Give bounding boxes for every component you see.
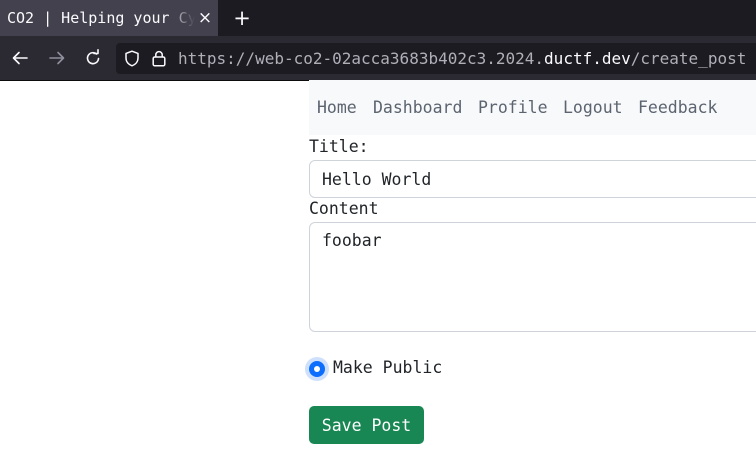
back-arrow-icon[interactable] xyxy=(8,46,32,70)
radio-checked-indicator xyxy=(309,361,325,377)
tab-close-icon[interactable]: × xyxy=(196,9,214,27)
url-text[interactable]: https://web-co2-02acca3683b402c3.2024.du… xyxy=(178,43,746,74)
url-prefix: https://web-co2-02acca3683b402c3.2024. xyxy=(178,49,545,68)
content-label: Content xyxy=(309,199,379,218)
nav-link-dashboard[interactable]: Dashboard xyxy=(373,80,462,135)
save-post-button[interactable]: Save Post xyxy=(309,406,424,444)
nav-link-feedback[interactable]: Feedback xyxy=(638,80,717,135)
nav-link-profile[interactable]: Profile xyxy=(478,80,548,135)
lock-icon[interactable] xyxy=(152,50,166,71)
tab-strip: CO2 | Helping your Cyber Security Commun… xyxy=(0,0,756,36)
new-tab-icon[interactable]: + xyxy=(230,6,254,30)
content-textarea[interactable]: foobar xyxy=(309,222,756,332)
browser-tab[interactable]: CO2 | Helping your Cyber Security Commun… xyxy=(0,0,218,36)
make-public-label[interactable]: Make Public xyxy=(333,356,442,380)
url-path: /create_post xyxy=(630,49,747,68)
nav-link-home[interactable]: Home xyxy=(317,80,357,135)
nav-link-logout[interactable]: Logout xyxy=(563,80,623,135)
url-host: ductf.dev xyxy=(544,49,631,68)
tab-title: CO2 | Helping your Cyber Security Commun… xyxy=(7,9,195,27)
forward-arrow-icon[interactable] xyxy=(45,46,69,70)
radio-dot xyxy=(314,366,320,372)
site-navbar: Home Dashboard Profile Logout Feedback xyxy=(309,80,756,135)
make-public-radio[interactable] xyxy=(305,357,329,381)
browser-toolbar: https://web-co2-02acca3683b402c3.2024.du… xyxy=(0,36,756,81)
title-label: Title: xyxy=(309,137,369,156)
url-bar[interactable]: https://web-co2-02acca3683b402c3.2024.du… xyxy=(116,43,756,74)
reload-icon[interactable] xyxy=(81,46,105,70)
shield-icon[interactable] xyxy=(124,50,140,71)
title-input[interactable] xyxy=(309,160,756,198)
